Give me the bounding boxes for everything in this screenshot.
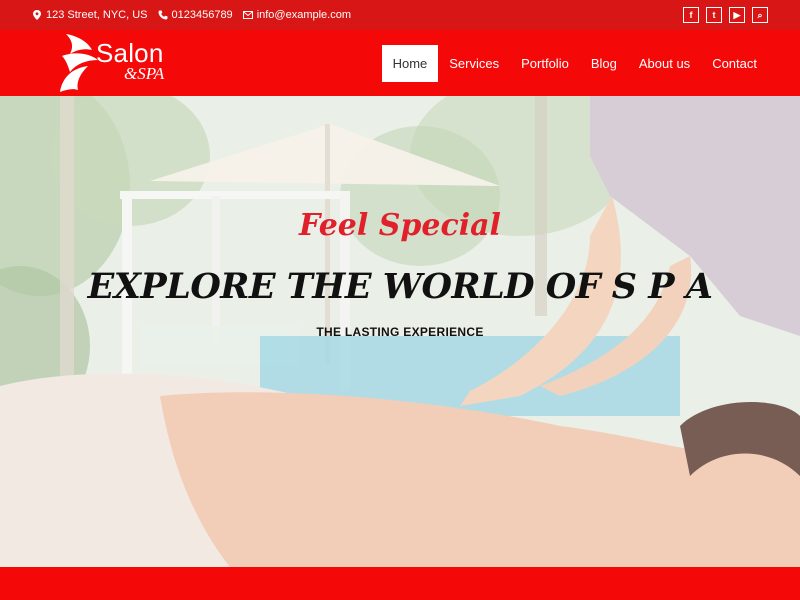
envelope-icon: [242, 11, 253, 19]
twitter-icon[interactable]: t: [706, 7, 722, 23]
nav-about-us[interactable]: About us: [628, 45, 701, 82]
facebook-icon[interactable]: f: [683, 7, 699, 23]
nav-home[interactable]: Home: [381, 45, 439, 82]
logo-subtitle: &SPA: [124, 64, 165, 83]
nav-portfolio[interactable]: Portfolio: [510, 45, 580, 82]
contact-info: 123 Street, NYC, US 0123456789 info@exam…: [32, 9, 351, 21]
nav-blog[interactable]: Blog: [580, 45, 628, 82]
phone-icon: [158, 10, 167, 20]
hero-tagline: Feel Special: [299, 208, 501, 243]
phone-item: 0123456789: [158, 9, 233, 21]
map-marker-icon: [33, 10, 41, 20]
email-item[interactable]: info@example.com: [242, 9, 351, 21]
address-text: 123 Street, NYC, US: [46, 9, 148, 21]
email-text[interactable]: info@example.com: [257, 9, 351, 21]
address-item: 123 Street, NYC, US: [32, 9, 148, 21]
hero-subline: THE LASTING EXPERIENCE: [316, 325, 484, 339]
top-bar: 123 Street, NYC, US 0123456789 info@exam…: [0, 0, 800, 30]
hero-headline: EXPLORE THE WORLD OF S P A: [87, 266, 713, 307]
site-header: Salon &SPA Home Services Portfolio Blog …: [0, 30, 800, 96]
hero-banner: Feel Special EXPLORE THE WORLD OF S P A …: [0, 96, 800, 567]
site-logo[interactable]: Salon &SPA: [58, 32, 188, 94]
nav-contact[interactable]: Contact: [701, 45, 768, 82]
search-icon[interactable]: ⌕: [752, 7, 768, 23]
bottom-bar: [0, 567, 800, 600]
social-links: f t ▶ ⌕: [683, 7, 768, 23]
main-nav: Home Services Portfolio Blog About us Co…: [381, 45, 768, 82]
nav-services[interactable]: Services: [438, 45, 510, 82]
youtube-icon[interactable]: ▶: [729, 7, 745, 23]
phone-text: 0123456789: [171, 9, 233, 21]
